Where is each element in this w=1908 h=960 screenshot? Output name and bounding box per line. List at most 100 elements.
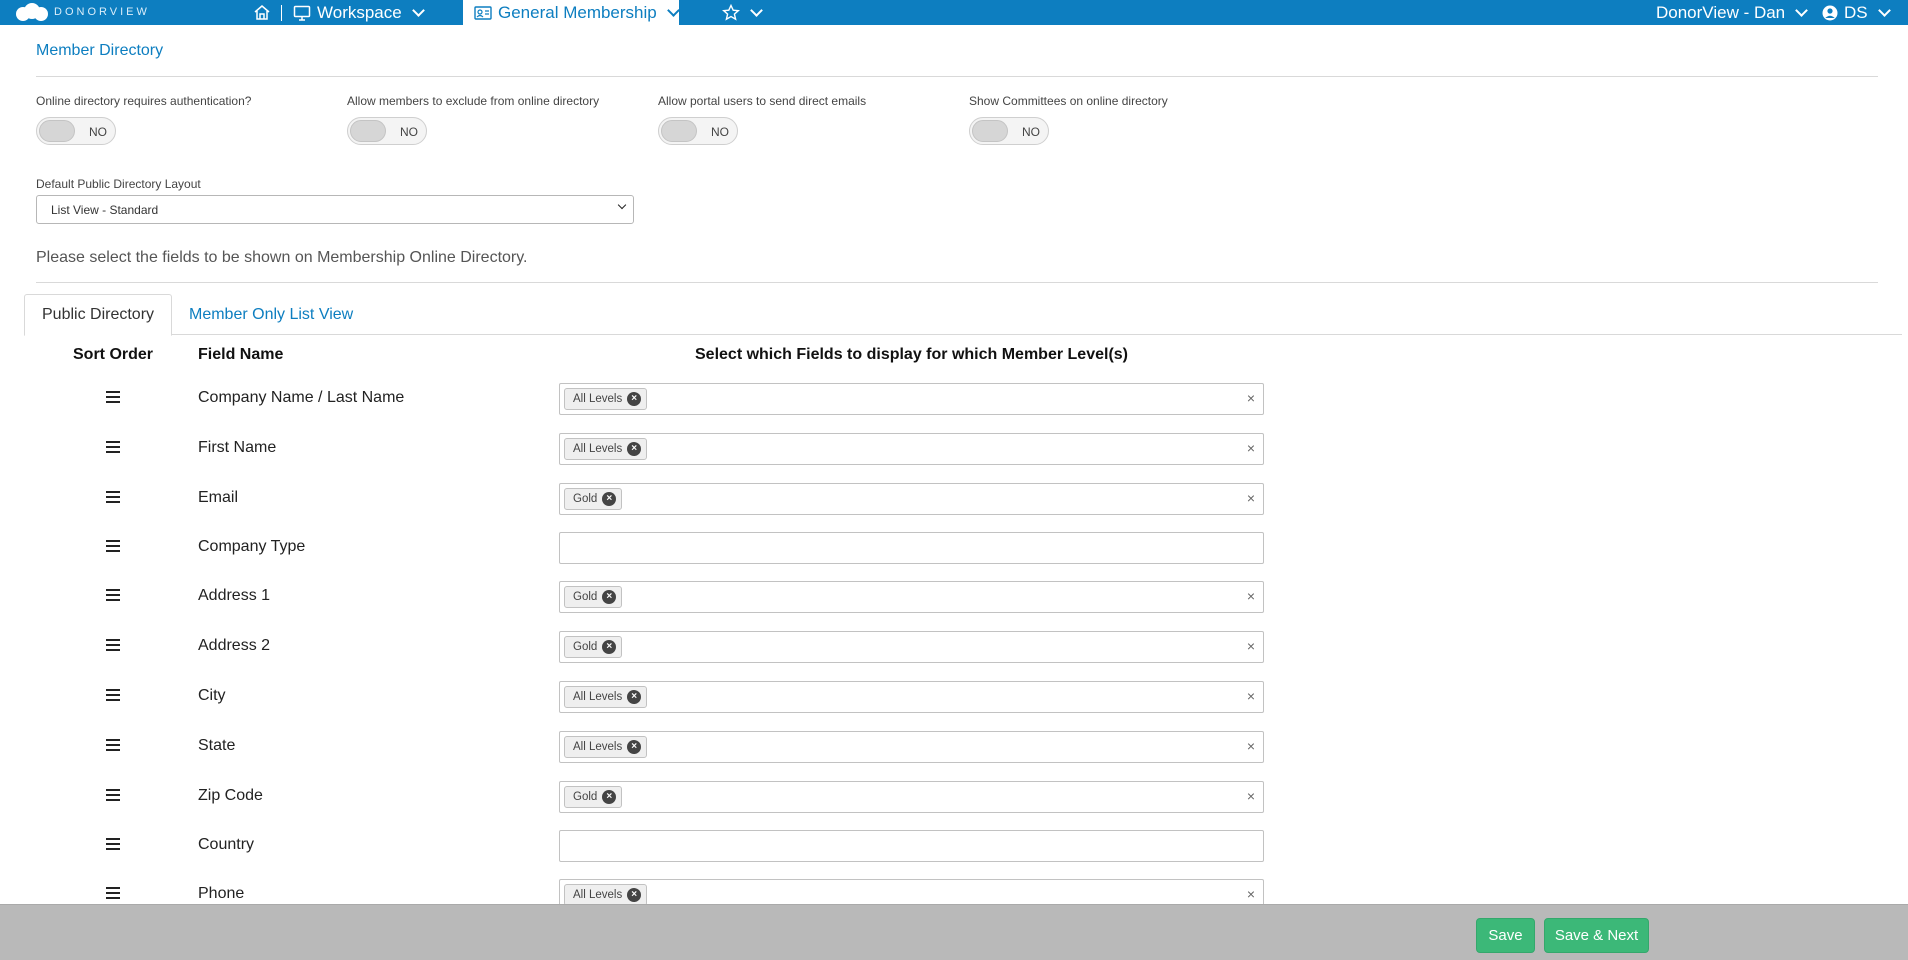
- drag-handle-icon[interactable]: [106, 689, 120, 704]
- clear-selection-icon[interactable]: ×: [1247, 638, 1255, 654]
- header-sort-order: Sort Order: [73, 346, 154, 363]
- field-name: Email: [198, 489, 239, 506]
- drag-handle-icon[interactable]: [106, 491, 120, 506]
- nav-workspace[interactable]: Workspace: [293, 0, 425, 25]
- drag-handle-icon[interactable]: [106, 739, 120, 754]
- nav-account[interactable]: DonorView - Dan: [1656, 0, 1809, 25]
- field-name: Zip Code: [198, 787, 263, 804]
- level-chip-label: All Levels: [573, 691, 623, 703]
- clear-selection-icon[interactable]: ×: [1247, 738, 1255, 754]
- remove-chip-icon[interactable]: ×: [627, 740, 642, 754]
- drag-handle-icon[interactable]: [106, 540, 120, 555]
- toggle-label: Allow portal users to send direct emails: [658, 94, 867, 108]
- nav-workspace-label: Workspace: [317, 2, 402, 22]
- table-row: Email Gold × ×: [0, 480, 1300, 520]
- table-row: Zip Code Gold × ×: [0, 778, 1300, 818]
- toggle-label: Online directory requires authentication…: [36, 94, 252, 108]
- drag-handle-icon[interactable]: [106, 887, 120, 902]
- nav-user-menu[interactable]: DS: [1822, 0, 1891, 25]
- level-chip-label: Gold: [573, 493, 598, 505]
- remove-chip-icon[interactable]: ×: [602, 492, 617, 506]
- nav-home[interactable]: [253, 0, 282, 25]
- nav-general-membership[interactable]: General Membership: [463, 0, 680, 25]
- table-row: State All Levels × ×: [0, 728, 1300, 768]
- member-level-select[interactable]: [559, 532, 1264, 564]
- field-name: Country: [198, 836, 255, 853]
- exclude-toggle[interactable]: NO: [347, 117, 427, 145]
- footer-bar: Save Save & Next: [0, 904, 1908, 960]
- header-field-name: Field Name: [198, 346, 284, 363]
- remove-chip-icon[interactable]: ×: [627, 442, 642, 456]
- nav-favorites[interactable]: [722, 0, 763, 25]
- toggle-label: Allow members to exclude from online dir…: [347, 94, 600, 108]
- save-and-next-button[interactable]: Save & Next: [1544, 918, 1649, 953]
- member-level-select[interactable]: Gold × ×: [559, 581, 1264, 613]
- clear-selection-icon[interactable]: ×: [1247, 490, 1255, 506]
- clear-selection-icon[interactable]: ×: [1247, 886, 1255, 902]
- field-name: Phone: [198, 885, 245, 902]
- home-icon[interactable]: [253, 4, 271, 21]
- field-name: Address 1: [198, 587, 271, 604]
- member-level-select[interactable]: Gold × ×: [559, 631, 1264, 663]
- drag-handle-icon[interactable]: [106, 589, 120, 604]
- drag-handle-icon[interactable]: [106, 838, 120, 853]
- level-chip: All Levels ×: [564, 736, 648, 758]
- drag-handle-icon[interactable]: [106, 441, 120, 456]
- toggle-value: NO: [400, 125, 418, 139]
- star-icon: [722, 4, 740, 21]
- clear-selection-icon[interactable]: ×: [1247, 788, 1255, 804]
- nav-module-label: General Membership: [498, 2, 657, 22]
- drag-handle-icon[interactable]: [106, 391, 120, 406]
- table-row: Company Name / Last Name All Levels × ×: [0, 380, 1300, 420]
- member-level-select[interactable]: All Levels × ×: [559, 681, 1264, 713]
- remove-chip-icon[interactable]: ×: [602, 590, 617, 604]
- drag-handle-icon[interactable]: [106, 789, 120, 804]
- table-row: Company Type: [0, 529, 1300, 569]
- nav-user-label: DS: [1844, 2, 1868, 22]
- table-row: Country: [0, 827, 1300, 867]
- field-name: First Name: [198, 439, 277, 456]
- clear-selection-icon[interactable]: ×: [1247, 390, 1255, 406]
- clear-selection-icon[interactable]: ×: [1247, 440, 1255, 456]
- clear-selection-icon[interactable]: ×: [1247, 688, 1255, 704]
- divider: [36, 76, 1878, 77]
- toggle-group-authentication: Online directory requires authentication…: [36, 94, 251, 145]
- member-level-select[interactable]: Gold × ×: [559, 781, 1264, 813]
- toggle-group-direct-emails: Allow portal users to send direct emails…: [658, 94, 866, 145]
- monitor-icon: [293, 5, 311, 21]
- field-name: Company Name / Last Name: [198, 389, 405, 406]
- toggle-value: NO: [89, 125, 107, 139]
- level-chip: All Levels ×: [564, 388, 648, 410]
- toggle-value: NO: [1022, 125, 1040, 139]
- field-name: Company Type: [198, 538, 306, 555]
- member-level-select[interactable]: All Levels × ×: [559, 731, 1264, 763]
- drag-handle-icon[interactable]: [106, 639, 120, 654]
- layout-select[interactable]: List View - Standard: [36, 195, 634, 224]
- member-level-select[interactable]: All Levels × ×: [559, 433, 1264, 465]
- tab-member-only-list-view[interactable]: Member Only List View: [172, 294, 370, 336]
- field-name: State: [198, 737, 236, 754]
- remove-chip-icon[interactable]: ×: [627, 392, 642, 406]
- clear-selection-icon[interactable]: ×: [1247, 588, 1255, 604]
- table-row: Address 1 Gold × ×: [0, 578, 1300, 618]
- member-level-select[interactable]: [559, 830, 1264, 862]
- tab-public-directory[interactable]: Public Directory: [24, 294, 173, 336]
- committees-toggle[interactable]: NO: [969, 117, 1049, 145]
- save-button[interactable]: Save: [1476, 918, 1535, 953]
- remove-chip-icon[interactable]: ×: [627, 888, 642, 902]
- level-chip: All Levels ×: [564, 438, 648, 460]
- donorview-logo[interactable]: DONORVIEW: [16, 2, 150, 22]
- remove-chip-icon[interactable]: ×: [602, 640, 617, 654]
- toggle-label: Show Committees on online directory: [969, 94, 1168, 108]
- member-level-select[interactable]: All Levels × ×: [559, 383, 1264, 415]
- remove-chip-icon[interactable]: ×: [627, 690, 642, 704]
- direct-emails-toggle[interactable]: NO: [658, 117, 738, 145]
- chevron-down-icon: [1877, 3, 1891, 17]
- table-row: Address 2 Gold × ×: [0, 628, 1300, 668]
- level-chip-label: All Levels: [573, 741, 623, 753]
- toggle-knob: [350, 120, 386, 142]
- level-chip-label: All Levels: [573, 393, 623, 405]
- member-level-select[interactable]: Gold × ×: [559, 483, 1264, 515]
- remove-chip-icon[interactable]: ×: [602, 790, 617, 804]
- authentication-toggle[interactable]: NO: [36, 117, 116, 145]
